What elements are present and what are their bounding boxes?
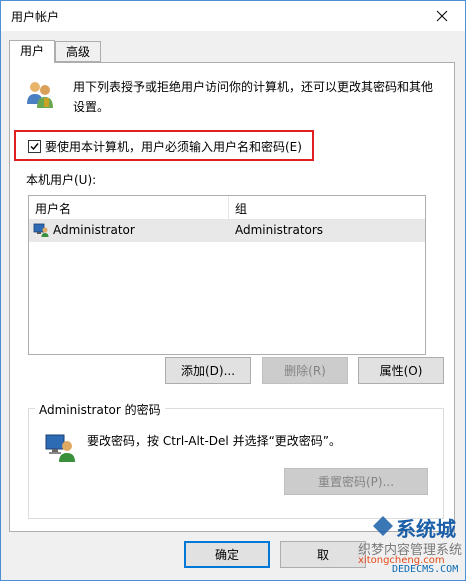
properties-button[interactable]: 属性(O) (358, 357, 444, 384)
remove-user-button[interactable]: 删除(R) (262, 357, 348, 384)
tab-users[interactable]: 用户 (9, 40, 55, 63)
password-instructions: 要改密码，按 Ctrl-Alt-Del 并选择“更改密码”。 (87, 434, 342, 448)
watermark-line2: xitongcheng.com (358, 555, 445, 566)
password-groupbox (28, 408, 444, 519)
user-accounts-window: 用户帐户 用户 高级 用下列表授予或拒绝用户访问你的计算机，还可以更改其密码和其… (0, 0, 466, 581)
window-title: 用户帐户 (11, 10, 60, 24)
users-icon (27, 82, 53, 108)
local-users-label: 本机用户(U): (26, 173, 97, 187)
title-bar[interactable]: 用户帐户 (1, 1, 465, 31)
column-username[interactable]: 用户名 (35, 200, 71, 217)
cell-group: Administrators (235, 223, 324, 237)
add-user-button[interactable]: 添加(D)... (165, 357, 251, 384)
listview-header: 用户名 组 (29, 196, 425, 220)
cell-username: Administrator (53, 223, 135, 237)
watermark-line3: DEDECMS.COM (392, 564, 459, 575)
column-divider[interactable] (228, 196, 229, 219)
users-listview[interactable]: 用户名 组 Administrator Administrators (28, 195, 426, 355)
user-computer-icon (45, 434, 75, 462)
cancel-button[interactable]: 取 (280, 541, 366, 568)
close-button[interactable] (419, 1, 465, 31)
intro-text: 用下列表授予或拒绝用户访问你的计算机，还可以更改其密码和其他设置。 (73, 80, 434, 114)
password-group-title: Administrator 的密码 (35, 401, 165, 418)
column-group[interactable]: 组 (235, 200, 247, 217)
user-monitor-icon (33, 223, 49, 237)
ok-button[interactable]: 确定 (184, 541, 270, 568)
require-login-checkbox[interactable]: 要使用本计算机，用户必须输入用户名和密码(E) (28, 138, 302, 155)
table-row[interactable]: Administrator Administrators (29, 220, 425, 242)
tab-advanced[interactable]: 高级 (55, 41, 101, 62)
watermark-line1: 织梦内容管理系统 (358, 543, 463, 558)
require-login-label: 要使用本计算机，用户必须输入用户名和密码(E) (45, 140, 302, 154)
reset-password-button[interactable]: 重置密码(P)... (284, 468, 428, 495)
checkbox-box[interactable] (28, 140, 41, 153)
close-icon (436, 10, 448, 22)
users-tab-panel: 用下列表授予或拒绝用户访问你的计算机，还可以更改其密码和其他设置。 要使用本计算… (9, 62, 455, 532)
checkmark-icon (30, 143, 39, 151)
